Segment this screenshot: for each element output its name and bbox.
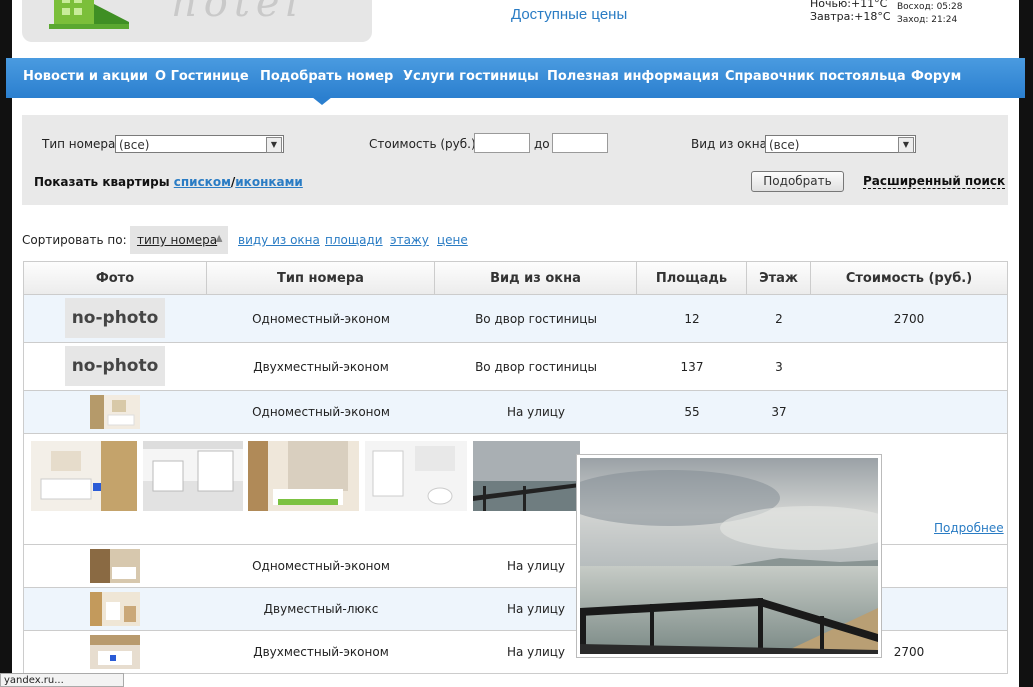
weather-forecast: Ночью:+11°C Завтра:+18°C <box>810 0 891 23</box>
main-nav: Новости и акции О Гостинице Подобрать но… <box>6 58 1025 98</box>
col-area[interactable]: Площадь <box>637 262 747 295</box>
weather-tomorrow: Завтра:+18°C <box>810 10 891 23</box>
no-photo-placeholder: no-photo <box>65 346 165 386</box>
room-view: На улицу <box>506 405 566 419</box>
gallery-photo[interactable] <box>365 441 467 511</box>
table-row[interactable]: Одноместный-эконом На улицу 55 37 <box>23 391 1008 434</box>
dropdown-arrow-icon: ▼ <box>266 137 282 153</box>
gallery-photo[interactable] <box>473 441 580 511</box>
display-mode: Показать квартиры списком/иконками <box>34 175 303 189</box>
nav-about[interactable]: О Гостинице <box>155 69 249 84</box>
page: hotel Доступные цены Ночью:+11°C Завтра:… <box>6 0 1025 687</box>
table-row[interactable]: no-photo Одноместный-эконом Во двор гост… <box>23 295 1008 343</box>
nav-news[interactable]: Новости и акции <box>23 69 148 84</box>
preview-image <box>580 458 878 654</box>
col-view[interactable]: Вид из окна <box>435 262 637 295</box>
room-area: 12 <box>684 312 700 326</box>
room-area: 55 <box>684 405 700 419</box>
more-details-link[interactable]: Подробнее <box>934 521 1004 535</box>
room-floor: 2 <box>775 312 783 326</box>
room-floor: 37 <box>771 405 787 419</box>
view-select[interactable]: (все) ▼ <box>765 135 916 153</box>
sort-by-type-label: типу номера <box>137 233 218 247</box>
price-label: Стоимость (руб.) <box>369 137 476 151</box>
view-value: (все) <box>769 138 800 152</box>
sunset-time: Заход: 21:24 <box>897 15 958 25</box>
tagline: Доступные цены <box>511 6 628 23</box>
nav-useful-info[interactable]: Полезная информация <box>547 69 719 84</box>
col-photo[interactable]: Фото <box>24 262 207 295</box>
gallery-photo[interactable] <box>248 441 359 511</box>
nav-guest-guide[interactable]: Справочник постояльца <box>725 69 906 84</box>
nav-active-arrow <box>312 97 332 105</box>
table-header: Фото Тип номера Вид из окна Площадь Этаж… <box>23 261 1008 295</box>
sort-label: Сортировать по: <box>22 233 127 247</box>
advanced-search-link[interactable]: Расширенный поиск <box>863 174 1006 189</box>
view-label: Вид из окна <box>691 137 767 151</box>
nav-services[interactable]: Услуги гостиницы <box>403 69 539 84</box>
dropdown-arrow-icon: ▼ <box>898 137 914 153</box>
room-view: Во двор гостиницы <box>475 360 597 374</box>
gallery-photo[interactable] <box>143 441 243 511</box>
left-background <box>0 0 12 687</box>
room-type: Двуместный-люкс <box>263 602 379 616</box>
right-background <box>1019 0 1033 687</box>
hotel-logo[interactable]: hotel <box>22 0 372 42</box>
sort-asc-icon: ▲ <box>216 233 223 242</box>
col-room-type[interactable]: Тип номера <box>207 262 435 295</box>
table-row[interactable]: no-photo Двухместный-эконом Во двор гост… <box>23 343 1008 391</box>
logo-wordmark: hotel <box>172 0 305 26</box>
sun-times: Восход: 05:28 Заход: 21:24 <box>897 1 963 27</box>
price-to-input[interactable] <box>552 133 608 153</box>
room-type: Двухместный-эконом <box>253 360 389 374</box>
price-from-input[interactable] <box>474 133 530 153</box>
display-icons-link[interactable]: иконками <box>235 175 303 189</box>
col-price[interactable]: Стоимость (руб.) <box>811 262 1007 295</box>
sunrise-time: Восход: 05:28 <box>897 2 963 12</box>
photo-preview-popup[interactable] <box>576 454 882 658</box>
search-filter: Тип номера (все) ▼ Стоимость (руб.) до В… <box>22 115 1008 205</box>
nav-forum[interactable]: Форум <box>911 69 961 84</box>
room-area: 137 <box>680 360 704 374</box>
sort-by-price[interactable]: цене <box>437 233 468 247</box>
find-room-button[interactable]: Подобрать <box>751 171 844 192</box>
room-thumbnail[interactable] <box>90 395 140 429</box>
room-type-label: Тип номера <box>42 137 116 151</box>
room-price: 2700 <box>893 312 925 326</box>
display-list-link[interactable]: списком <box>174 175 231 189</box>
gallery-photo[interactable] <box>31 441 137 511</box>
price-to-label: до <box>534 137 550 151</box>
col-floor[interactable]: Этаж <box>747 262 811 295</box>
room-thumbnail[interactable] <box>90 549 140 583</box>
building-logo-icon <box>49 0 129 29</box>
display-mode-label: Показать квартиры <box>34 175 170 189</box>
sort-by-floor[interactable]: этажу <box>390 233 429 247</box>
no-photo-placeholder: no-photo <box>65 298 165 338</box>
nav-find-room[interactable]: Подобрать номер <box>260 69 393 84</box>
room-type: Одноместный-эконом <box>252 312 390 326</box>
room-type: Одноместный-эконом <box>252 559 390 573</box>
room-type-select[interactable]: (все) ▼ <box>115 135 284 153</box>
sort-by-area[interactable]: площади <box>325 233 383 247</box>
sort-by-type[interactable]: типу номера ▲ <box>130 226 228 254</box>
room-thumbnail[interactable] <box>90 592 140 626</box>
sort-by-view[interactable]: виду из окна <box>238 233 320 247</box>
room-type-value: (все) <box>119 138 150 152</box>
weather-night: Ночью:+11°C <box>810 0 888 10</box>
room-view: Во двор гостиницы <box>475 312 597 326</box>
room-thumbnail[interactable] <box>90 635 140 669</box>
room-type: Двухместный-эконом <box>253 645 389 659</box>
room-floor: 3 <box>775 360 783 374</box>
browser-status-bar: yandex.ru... <box>0 673 124 687</box>
room-type: Одноместный-эконом <box>252 405 390 419</box>
